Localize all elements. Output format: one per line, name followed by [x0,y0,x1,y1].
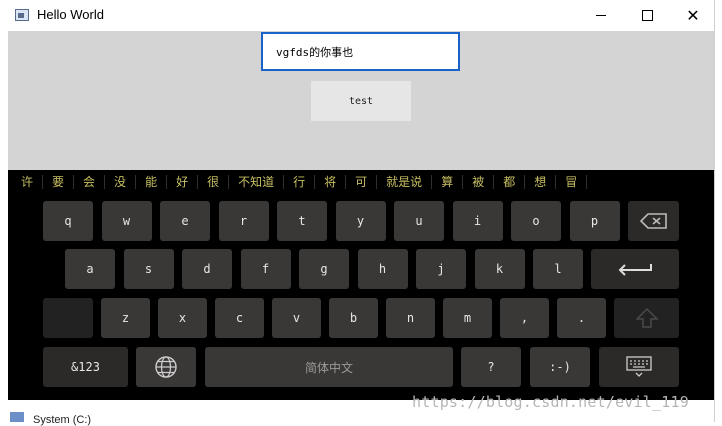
key-c[interactable]: c [215,298,264,338]
title-bar[interactable]: Hello World ✕ [0,0,714,31]
shift-left-key[interactable] [43,298,93,338]
drive-icon [10,412,24,422]
window-title: Hello World [37,7,104,22]
key-m[interactable]: m [443,298,492,338]
candidate-bar: 许要会没能好很不知道行将可就是说算被都想冒 [8,170,714,194]
minimize-icon [596,15,606,16]
key-d[interactable]: d [182,249,232,289]
key-l[interactable]: l [533,249,583,289]
candidate-item[interactable]: 能 [136,175,168,189]
key-w[interactable]: w [101,201,152,241]
candidate-item[interactable]: 想 [525,175,557,189]
shift-icon [635,308,658,328]
key-z[interactable]: z [101,298,150,338]
candidate-item[interactable]: 被 [463,175,495,189]
minimize-button[interactable] [578,0,624,31]
key-e[interactable]: e [160,201,210,241]
key-n[interactable]: n [386,298,435,338]
backspace-icon [639,213,667,229]
virtual-keyboard: 许要会没能好很不知道行将可就是说算被都想冒 qwertyuiop asdfghjk… [8,170,714,400]
key-v[interactable]: v [272,298,321,338]
key-b[interactable]: b [329,298,378,338]
candidate-item[interactable]: 好 [167,175,199,189]
enter-key[interactable] [591,249,679,289]
shift-right-key[interactable] [614,298,679,338]
key-k[interactable]: k [474,249,525,289]
space-key[interactable]: 简体中文 [205,347,453,387]
key-i[interactable]: i [452,201,503,241]
key-j[interactable]: j [416,249,466,289]
symbols-key[interactable]: &123 [43,347,128,387]
key-f[interactable]: f [240,249,291,289]
key-q[interactable]: q [43,201,93,241]
key-s[interactable]: s [123,249,174,289]
watermark: https://blog.csdn.net/evil_119 [412,393,689,411]
key-h[interactable]: h [357,249,408,289]
candidate-item[interactable]: 就是说 [377,175,433,189]
candidate-item[interactable]: 会 [74,175,106,189]
keyboard-hide-icon [626,356,652,377]
candidate-item[interactable]: 很 [198,175,230,189]
key-period[interactable]: . [557,298,606,338]
language-key[interactable] [136,347,196,387]
candidate-item[interactable]: 算 [432,175,464,189]
enter-icon [618,264,652,276]
candidate-item[interactable]: 可 [346,175,378,189]
candidate-item[interactable]: 将 [315,175,347,189]
main-content: test [8,31,714,170]
text-input[interactable] [261,32,460,71]
key-comma[interactable]: , [500,298,549,338]
maximize-icon [641,10,653,21]
candidate-item[interactable]: 没 [105,175,137,189]
candidate-item[interactable]: 冒 [556,175,588,189]
background-label: System (C:) [33,414,92,426]
key-r[interactable]: r [218,201,269,241]
question-key[interactable]: ? [461,347,521,387]
key-p[interactable]: p [569,201,620,241]
candidate-item[interactable]: 不知道 [229,175,285,189]
app-icon [15,9,29,21]
candidate-item[interactable]: 行 [284,175,316,189]
key-o[interactable]: o [511,201,561,241]
key-t[interactable]: t [277,201,327,241]
candidate-item[interactable]: 要 [43,175,75,189]
hide-keyboard-key[interactable] [599,347,679,387]
key-x[interactable]: x [158,298,207,338]
key-g[interactable]: g [299,249,349,289]
key-u[interactable]: u [394,201,444,241]
candidate-item[interactable]: 许 [8,175,44,189]
key-y[interactable]: y [335,201,386,241]
close-icon: ✕ [686,5,700,25]
maximize-button[interactable] [624,0,670,31]
test-button[interactable]: test [311,81,411,121]
smiley-key[interactable]: :-) [530,347,590,387]
app-window: Hello World ✕ test System (C:) 许要会没能好很不知… [0,0,715,426]
close-button[interactable]: ✕ [670,0,716,31]
globe-icon [155,356,177,378]
candidate-item[interactable]: 都 [494,175,526,189]
backspace-key[interactable] [628,201,679,241]
key-a[interactable]: a [65,249,115,289]
